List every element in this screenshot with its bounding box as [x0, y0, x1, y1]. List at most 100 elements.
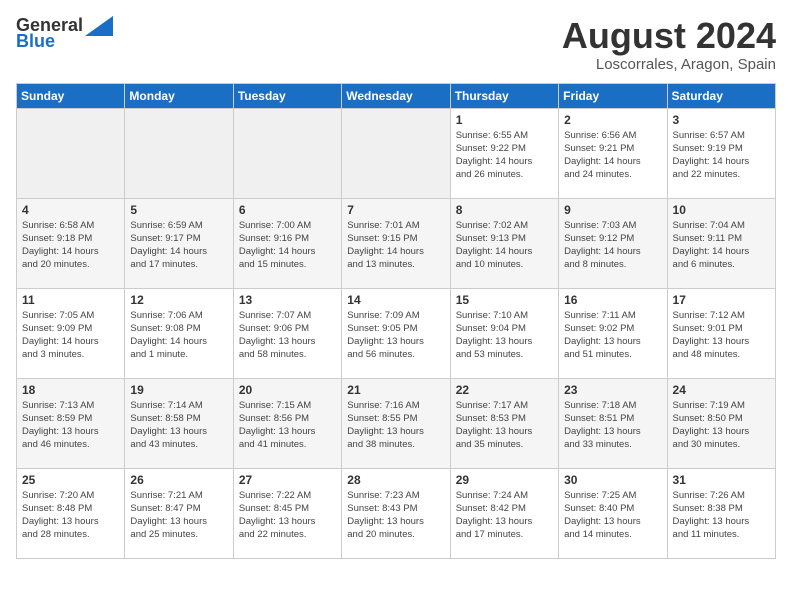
day-cell-18: 18 Sunrise: 7:13 AM Sunset: 8:59 PM Dayli… — [17, 378, 125, 468]
empty-cell — [342, 108, 450, 198]
day-info: Sunrise: 7:05 AM Sunset: 9:09 PM Dayligh… — [22, 309, 119, 362]
day-info: Sunrise: 7:11 AM Sunset: 9:02 PM Dayligh… — [564, 309, 661, 362]
day-info: Sunrise: 6:58 AM Sunset: 9:18 PM Dayligh… — [22, 219, 119, 272]
day-info: Sunrise: 7:15 AM Sunset: 8:56 PM Dayligh… — [239, 399, 336, 452]
day-number: 17 — [673, 293, 770, 307]
week-row-2: 4 Sunrise: 6:58 AM Sunset: 9:18 PM Daylig… — [17, 198, 776, 288]
calendar-subtitle: Loscorrales, Aragon, Spain — [562, 56, 776, 73]
day-number: 1 — [456, 113, 553, 127]
day-cell-1: 1 Sunrise: 6:55 AM Sunset: 9:22 PM Daylig… — [450, 108, 558, 198]
day-cell-8: 8 Sunrise: 7:02 AM Sunset: 9:13 PM Daylig… — [450, 198, 558, 288]
week-row-3: 11Sunrise: 7:05 AM Sunset: 9:09 PM Dayli… — [17, 288, 776, 378]
day-cell-10: 10Sunrise: 7:04 AM Sunset: 9:11 PM Dayli… — [667, 198, 775, 288]
day-info: Sunrise: 7:20 AM Sunset: 8:48 PM Dayligh… — [22, 489, 119, 542]
day-number: 23 — [564, 383, 661, 397]
day-cell-9: 9 Sunrise: 7:03 AM Sunset: 9:12 PM Daylig… — [559, 198, 667, 288]
calendar-title: August 2024 — [562, 16, 776, 56]
day-number: 27 — [239, 473, 336, 487]
day-info: Sunrise: 6:59 AM Sunset: 9:17 PM Dayligh… — [130, 219, 227, 272]
day-cell-27: 27 Sunrise: 7:22 AM Sunset: 8:45 PM Dayli… — [233, 468, 341, 558]
day-info: Sunrise: 7:02 AM Sunset: 9:13 PM Dayligh… — [456, 219, 553, 272]
day-cell-6: 6 Sunrise: 7:00 AM Sunset: 9:16 PM Daylig… — [233, 198, 341, 288]
day-number: 6 — [239, 203, 336, 217]
weekday-header-saturday: Saturday — [667, 83, 775, 108]
day-cell-16: 16 Sunrise: 7:11 AM Sunset: 9:02 PM Dayli… — [559, 288, 667, 378]
day-number: 8 — [456, 203, 553, 217]
day-info: Sunrise: 6:57 AM Sunset: 9:19 PM Dayligh… — [673, 129, 770, 182]
day-number: 2 — [564, 113, 661, 127]
day-number: 9 — [564, 203, 661, 217]
weekday-header-wednesday: Wednesday — [342, 83, 450, 108]
day-info: Sunrise: 7:22 AM Sunset: 8:45 PM Dayligh… — [239, 489, 336, 542]
day-info: Sunrise: 7:14 AM Sunset: 8:58 PM Dayligh… — [130, 399, 227, 452]
day-number: 28 — [347, 473, 444, 487]
empty-cell — [17, 108, 125, 198]
day-number: 30 — [564, 473, 661, 487]
title-block: August 2024 Loscorrales, Aragon, Spain — [562, 16, 776, 73]
day-info: Sunrise: 7:10 AM Sunset: 9:04 PM Dayligh… — [456, 309, 553, 362]
day-cell-31: 31 Sunrise: 7:26 AM Sunset: 8:38 PM Dayli… — [667, 468, 775, 558]
day-info: Sunrise: 7:12 AM Sunset: 9:01 PM Dayligh… — [673, 309, 770, 362]
day-info: Sunrise: 7:24 AM Sunset: 8:42 PM Dayligh… — [456, 489, 553, 542]
day-number: 3 — [673, 113, 770, 127]
week-row-1: 1 Sunrise: 6:55 AM Sunset: 9:22 PM Daylig… — [17, 108, 776, 198]
day-cell-17: 17 Sunrise: 7:12 AM Sunset: 9:01 PM Dayli… — [667, 288, 775, 378]
empty-cell — [233, 108, 341, 198]
day-number: 12 — [130, 293, 227, 307]
day-cell-25: 25 Sunrise: 7:20 AM Sunset: 8:48 PM Dayli… — [17, 468, 125, 558]
day-info: Sunrise: 7:16 AM Sunset: 8:55 PM Dayligh… — [347, 399, 444, 452]
day-number: 21 — [347, 383, 444, 397]
day-number: 15 — [456, 293, 553, 307]
day-info: Sunrise: 6:55 AM Sunset: 9:22 PM Dayligh… — [456, 129, 553, 182]
day-cell-13: 13 Sunrise: 7:07 AM Sunset: 9:06 PM Dayli… — [233, 288, 341, 378]
day-cell-19: 19 Sunrise: 7:14 AM Sunset: 8:58 PM Dayli… — [125, 378, 233, 468]
day-cell-30: 30 Sunrise: 7:25 AM Sunset: 8:40 PM Dayli… — [559, 468, 667, 558]
day-number: 24 — [673, 383, 770, 397]
day-cell-2: 2 Sunrise: 6:56 AM Sunset: 9:21 PM Daylig… — [559, 108, 667, 198]
day-info: Sunrise: 7:01 AM Sunset: 9:15 PM Dayligh… — [347, 219, 444, 272]
day-number: 26 — [130, 473, 227, 487]
calendar-table: SundayMondayTuesdayWednesdayThursdayFrid… — [16, 83, 776, 559]
empty-cell — [125, 108, 233, 198]
day-number: 18 — [22, 383, 119, 397]
day-cell-20: 20 Sunrise: 7:15 AM Sunset: 8:56 PM Dayli… — [233, 378, 341, 468]
day-info: Sunrise: 7:00 AM Sunset: 9:16 PM Dayligh… — [239, 219, 336, 272]
weekday-header-monday: Monday — [125, 83, 233, 108]
day-info: Sunrise: 7:19 AM Sunset: 8:50 PM Dayligh… — [673, 399, 770, 452]
day-info: Sunrise: 7:04 AM Sunset: 9:11 PM Dayligh… — [673, 219, 770, 272]
week-row-4: 18 Sunrise: 7:13 AM Sunset: 8:59 PM Dayli… — [17, 378, 776, 468]
day-info: Sunrise: 7:18 AM Sunset: 8:51 PM Dayligh… — [564, 399, 661, 452]
day-number: 29 — [456, 473, 553, 487]
day-number: 16 — [564, 293, 661, 307]
day-cell-14: 14 Sunrise: 7:09 AM Sunset: 9:05 PM Dayli… — [342, 288, 450, 378]
day-info: Sunrise: 7:25 AM Sunset: 8:40 PM Dayligh… — [564, 489, 661, 542]
day-cell-12: 12 Sunrise: 7:06 AM Sunset: 9:08 PM Dayli… — [125, 288, 233, 378]
day-number: 20 — [239, 383, 336, 397]
day-info: Sunrise: 7:26 AM Sunset: 8:38 PM Dayligh… — [673, 489, 770, 542]
day-cell-28: 28 Sunrise: 7:23 AM Sunset: 8:43 PM Dayli… — [342, 468, 450, 558]
day-number: 31 — [673, 473, 770, 487]
day-info: Sunrise: 7:23 AM Sunset: 8:43 PM Dayligh… — [347, 489, 444, 542]
day-number: 5 — [130, 203, 227, 217]
day-number: 13 — [239, 293, 336, 307]
day-number: 14 — [347, 293, 444, 307]
day-info: Sunrise: 7:13 AM Sunset: 8:59 PM Dayligh… — [22, 399, 119, 452]
day-cell-15: 15 Sunrise: 7:10 AM Sunset: 9:04 PM Dayli… — [450, 288, 558, 378]
day-number: 22 — [456, 383, 553, 397]
page-header: General Blue August 2024 Loscorrales, Ar… — [16, 16, 776, 73]
weekday-header-tuesday: Tuesday — [233, 83, 341, 108]
day-info: Sunrise: 6:56 AM Sunset: 9:21 PM Dayligh… — [564, 129, 661, 182]
day-info: Sunrise: 7:21 AM Sunset: 8:47 PM Dayligh… — [130, 489, 227, 542]
week-row-5: 25 Sunrise: 7:20 AM Sunset: 8:48 PM Dayli… — [17, 468, 776, 558]
day-number: 4 — [22, 203, 119, 217]
day-number: 19 — [130, 383, 227, 397]
day-info: Sunrise: 7:09 AM Sunset: 9:05 PM Dayligh… — [347, 309, 444, 362]
day-info: Sunrise: 7:06 AM Sunset: 9:08 PM Dayligh… — [130, 309, 227, 362]
day-cell-23: 23 Sunrise: 7:18 AM Sunset: 8:51 PM Dayli… — [559, 378, 667, 468]
day-number: 25 — [22, 473, 119, 487]
day-info: Sunrise: 7:07 AM Sunset: 9:06 PM Dayligh… — [239, 309, 336, 362]
day-cell-24: 24 Sunrise: 7:19 AM Sunset: 8:50 PM Dayli… — [667, 378, 775, 468]
day-cell-3: 3 Sunrise: 6:57 AM Sunset: 9:19 PM Daylig… — [667, 108, 775, 198]
day-info: Sunrise: 7:03 AM Sunset: 9:12 PM Dayligh… — [564, 219, 661, 272]
day-cell-21: 21 Sunrise: 7:16 AM Sunset: 8:55 PM Dayli… — [342, 378, 450, 468]
